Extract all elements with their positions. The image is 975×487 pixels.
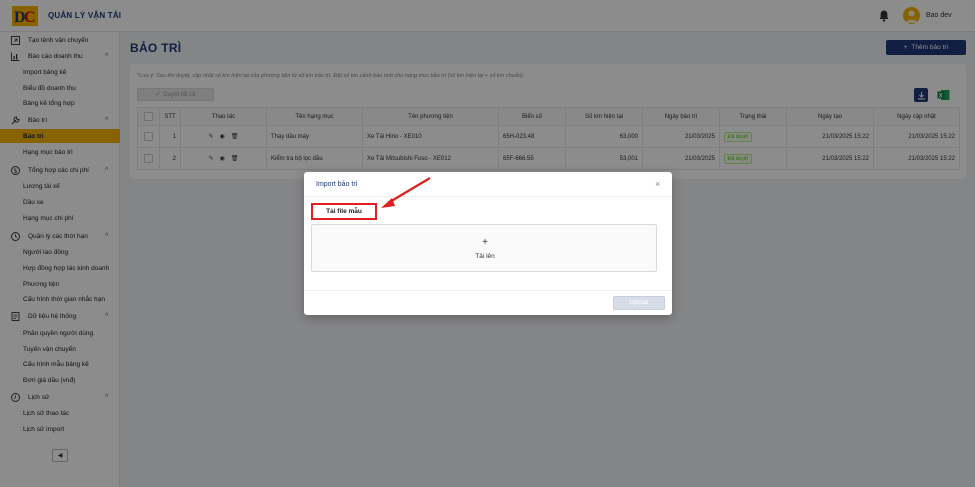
plus-icon: +: [482, 237, 488, 248]
import-modal: Import bảo trì × Tải file mẫu + Tải lên …: [304, 172, 672, 315]
upload-dropzone[interactable]: + Tải lên: [311, 224, 657, 272]
close-icon[interactable]: ×: [655, 179, 660, 189]
modal-footer-divider: [304, 290, 672, 291]
upload-button[interactable]: Upload: [613, 296, 665, 310]
modal-divider: [304, 196, 672, 197]
dropzone-label: Tải lên: [475, 253, 495, 260]
modal-title: Import bảo trì: [316, 181, 358, 188]
download-template-button[interactable]: Tải file mẫu: [311, 203, 377, 220]
